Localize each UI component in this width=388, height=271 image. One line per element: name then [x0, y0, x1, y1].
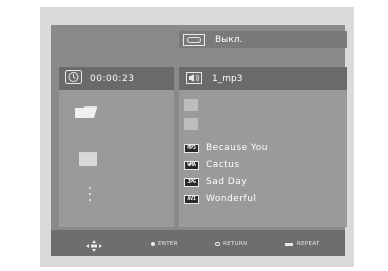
folder-icon[interactable]	[75, 103, 97, 122]
folder-panel: 00:00:23	[59, 67, 174, 227]
repeat-key-icon	[285, 242, 293, 246]
more-indicator	[89, 187, 91, 205]
return-label: RETURN	[223, 241, 248, 247]
playback-time: 00:00:23	[90, 73, 135, 84]
return-icon	[215, 242, 220, 246]
folder-icon[interactable]	[184, 99, 198, 111]
file-list-panel: 1_mp3 MP3 Because You WMA Cactus JPG Sad…	[179, 67, 347, 227]
list-item[interactable]: AVI Wonderful	[184, 193, 256, 205]
repeat-hint: REPEAT	[285, 239, 320, 249]
enter-icon	[151, 242, 155, 246]
list-item[interactable]: JPG Sad Day	[184, 176, 247, 188]
clock-icon	[65, 69, 82, 88]
file-name: Because You	[206, 143, 268, 153]
repeat-status-bar[interactable]: Выкл.	[179, 31, 347, 48]
control-hints-bar: ENTER RETURN REPEAT	[51, 230, 345, 256]
current-file-bar: 1_mp3	[179, 67, 347, 90]
list-item[interactable]: WMA Cactus	[184, 159, 240, 171]
playback-time-bar: 00:00:23	[59, 67, 174, 90]
repeat-label: REPEAT	[297, 241, 320, 247]
enter-hint: ENTER	[151, 239, 178, 249]
folder-icon[interactable]	[184, 118, 198, 130]
repeat-icon	[183, 33, 205, 46]
current-file-name: 1_mp3	[212, 73, 243, 84]
enter-label: ENTER	[158, 241, 178, 247]
return-hint: RETURN	[215, 239, 247, 249]
file-name: Sad Day	[206, 177, 248, 187]
folder-icon[interactable]	[79, 151, 97, 170]
speaker-file-icon	[186, 69, 202, 88]
navigation-arrows-icon	[86, 237, 102, 256]
file-name: Cactus	[206, 160, 240, 170]
file-type-icon: AVI	[184, 194, 199, 204]
osd-screen: Выкл. 00:00:23 1_mp3 MP3 Because You WMA…	[40, 7, 354, 267]
file-name: Wonderful	[206, 194, 257, 204]
file-type-icon: MP3	[184, 143, 199, 153]
list-item[interactable]: MP3 Because You	[184, 142, 268, 154]
file-type-icon: WMA	[184, 160, 199, 170]
file-type-icon: JPG	[184, 177, 199, 187]
file-browser-panel: Выкл. 00:00:23 1_mp3 MP3 Because You WMA…	[51, 25, 347, 256]
repeat-mode-value: Выкл.	[215, 34, 243, 45]
